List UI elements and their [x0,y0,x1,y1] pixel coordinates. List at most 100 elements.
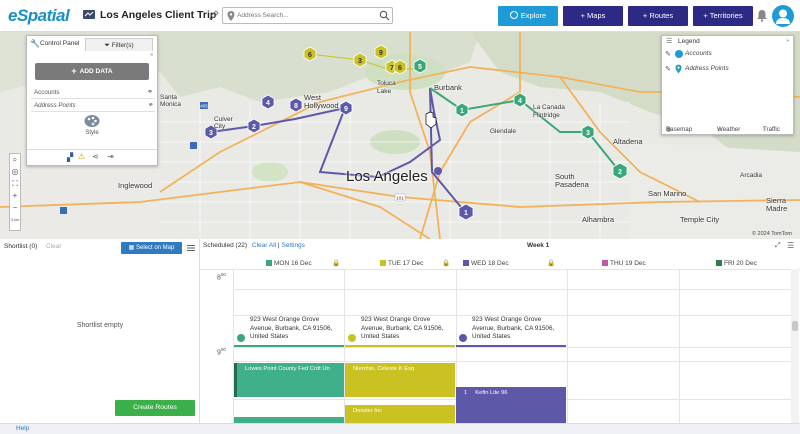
south-pasadena-text: South Pasadena [555,172,589,189]
west-hollywood-text: West Hollywood [304,93,339,110]
start-address-wed[interactable]: 923 West Orange Grove Avenue, Burbank, C… [472,316,562,342]
lock-icon[interactable]: 🔒 [442,258,450,269]
espatial-logo[interactable]: eSpatial [8,6,70,26]
day-header-mon[interactable]: MON 16 Dec 🔒 [266,258,340,269]
settings-link[interactable]: Settings [281,242,305,249]
clear-all-link[interactable]: Clear All [252,242,276,249]
day-header-thu[interactable]: THU 19 Dec [602,258,646,269]
select-on-map-button[interactable]: ▦ Select on Map [121,242,182,254]
edit-pencil-icon[interactable] [209,10,219,20]
santa-monica-text: Santa Monica [160,94,181,108]
legend-menu-icon[interactable]: ☰ [666,37,672,45]
style-button[interactable]: Style [78,114,106,136]
expand-icon[interactable]: ⤢ [775,242,781,250]
shortlist-clear-link[interactable]: Clear [46,243,62,250]
search-icon[interactable] [379,10,390,21]
pencil-icon[interactable]: ✎ [665,65,671,73]
start-address-mon[interactable]: 923 West Orange Grove Avenue, Burbank, C… [250,316,340,342]
day-header-tue[interactable]: TUE 17 Dec 🔒 [380,258,450,269]
schedule-scrollbar[interactable] [791,269,799,423]
menu-icon[interactable] [187,244,195,252]
warning-icon[interactable]: ⚠ [78,152,85,161]
appointment-title: Dossier Inc [353,408,382,414]
start-address-tue[interactable]: 923 West Orange Grove Avenue, Burbank, C… [361,316,451,342]
add-maps-button[interactable]: + Maps [563,6,623,26]
zoom-in-button[interactable]: + [10,190,20,202]
scheduled-count: Scheduled (22) [203,242,248,249]
basemap-label: Basemap [666,126,693,133]
la-canada-text: La Canada Flintridge [533,104,565,119]
create-routes-button[interactable]: Create Routes [115,400,195,416]
link-icon[interactable]: ⚭ [147,100,153,112]
address-search-input[interactable] [237,9,377,22]
toluca-lake-text: Toluca Lake [377,80,396,95]
legend-panel: ☰ Legend » ✎ Accounts ✎ Address Points ◍… [661,35,794,135]
logout-icon[interactable]: ⇥ [107,152,114,161]
location-pin-icon [227,11,235,21]
help-bar: Help [0,423,800,434]
marker-label: 4 [266,100,270,107]
layer-row-accounts[interactable]: Accounts ⚭ [31,87,155,99]
marker-label: 5 [418,64,422,71]
schedule-pane: Scheduled (22) Clear All | Settings Week… [200,239,800,423]
city-label-los-angeles: Los Angeles [346,168,428,185]
scrollbar-thumb[interactable] [792,321,798,331]
appointment-wed[interactable]: 1 Kefin Lite 96 [456,387,566,423]
zoom-out-button[interactable]: − [10,202,20,214]
lock-icon[interactable]: 🔒 [332,258,340,269]
shortlist-pane: Shortlist (0) Clear ▦ Select on Map Shor… [0,239,200,423]
city-label-toluca-lake: Toluca Lake [377,80,399,96]
city-label-alhambra: Alhambra [582,215,615,224]
filter-icon: ⏷ [104,42,110,49]
marker-label: 8 [294,103,298,110]
locate-icon[interactable]: ◎ [10,166,20,178]
appointment-tue-2[interactable]: Dossier Inc [345,405,455,423]
help-link[interactable]: Help [16,425,29,432]
link-icon[interactable]: ⚭ [147,87,153,99]
day-color-swatch [716,259,722,266]
add-data-label: ADD DATA [79,68,113,75]
explore-label: Explore [520,11,547,20]
control-panel: 🔧 Control Panel ⏷ Filter(s) « + ADD DATA … [26,35,158,166]
share-icon[interactable]: ⋖ [92,152,99,161]
appointment-mon[interactable]: Lowes Point County Fed Crdt Un [234,363,344,397]
layer-row-address-points[interactable]: Address Points ⚭ [31,100,155,112]
zoom-search-icon[interactable]: ⌕ [10,154,20,166]
marker-label: 6 [308,52,312,59]
day-header-wed[interactable]: WED 18 Dec 🔒 [463,258,555,269]
add-territories-button[interactable]: + Territories [693,6,753,26]
add-routes-button[interactable]: + Routes [628,6,688,26]
city-label-inglewood: Inglewood [118,181,153,190]
select-on-map-label: Select on Map [135,245,175,251]
culver-city-text: Culver City [214,116,233,130]
city-label-altadena: Altadena [613,137,643,146]
legend-collapse-icon[interactable]: » [786,38,789,44]
map-icon: ▦ [128,245,135,251]
legend-footer: ◍ Basemap ☼ Weather ⫶ Traffic [662,118,793,134]
user-icon [776,9,790,24]
day-header-fri[interactable]: FRI 20 Dec [716,258,757,269]
schedule-menu-icon[interactable]: ☰ [787,241,794,250]
address-search[interactable] [222,7,393,24]
add-data-button[interactable]: + ADD DATA [35,63,149,80]
explore-button[interactable]: Explore [498,6,558,26]
day-color-bar [234,345,344,347]
appointment-tue-1[interactable]: Nierchio, Celeste K Esq [345,363,455,397]
marker-label: 7 [390,65,394,72]
freeway-shield: 101 [396,196,404,201]
day-color-swatch [602,259,608,266]
user-avatar[interactable] [772,5,794,27]
time-label-8: 800 [217,272,226,281]
tab-control-panel[interactable]: 🔧 Control Panel [27,36,82,51]
layer-label: Accounts [34,89,60,96]
pencil-icon[interactable]: ✎ [665,50,671,58]
tab-filters[interactable]: ⏷ Filter(s) [85,38,153,51]
legend-item-label: Address Points [685,65,729,72]
collapse-icon[interactable]: « [150,52,153,58]
day-label: MON 16 Dec [274,260,312,267]
lock-icon[interactable]: 🔒 [547,258,555,269]
fullscreen-icon[interactable]: ⛶ [10,178,20,190]
marker-label: 2 [618,169,622,176]
bell-icon[interactable] [756,9,768,22]
export-icon[interactable]: ▞ [67,153,73,162]
